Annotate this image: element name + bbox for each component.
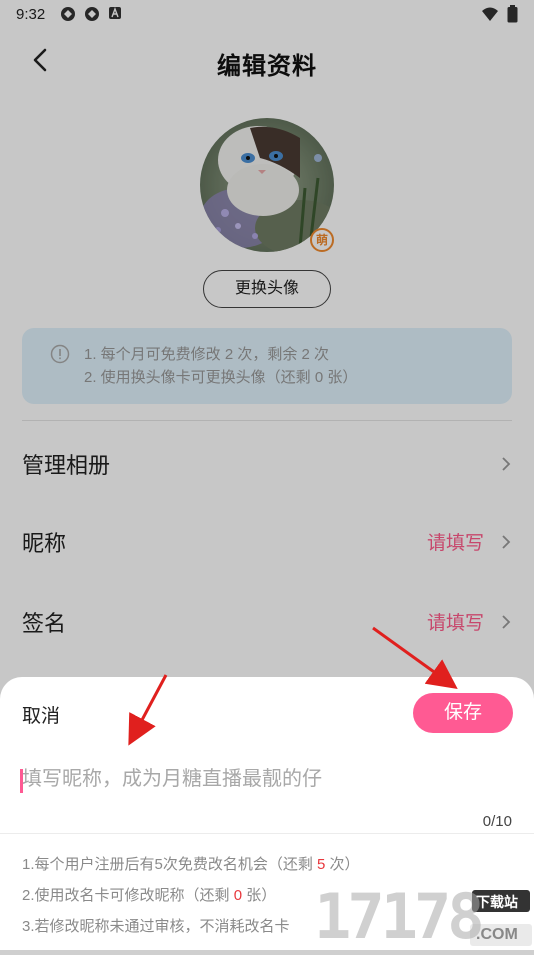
watermark-logo: 17178 下载站 .COM [312,880,534,953]
annotation-arrows [128,626,458,746]
arrow-to-save [372,626,458,690]
watermark-number: 17178 [314,880,485,953]
watermark-domain: .COM [476,926,518,943]
arrow-to-input [128,674,168,746]
watermark-label: 下载站 [476,894,518,910]
